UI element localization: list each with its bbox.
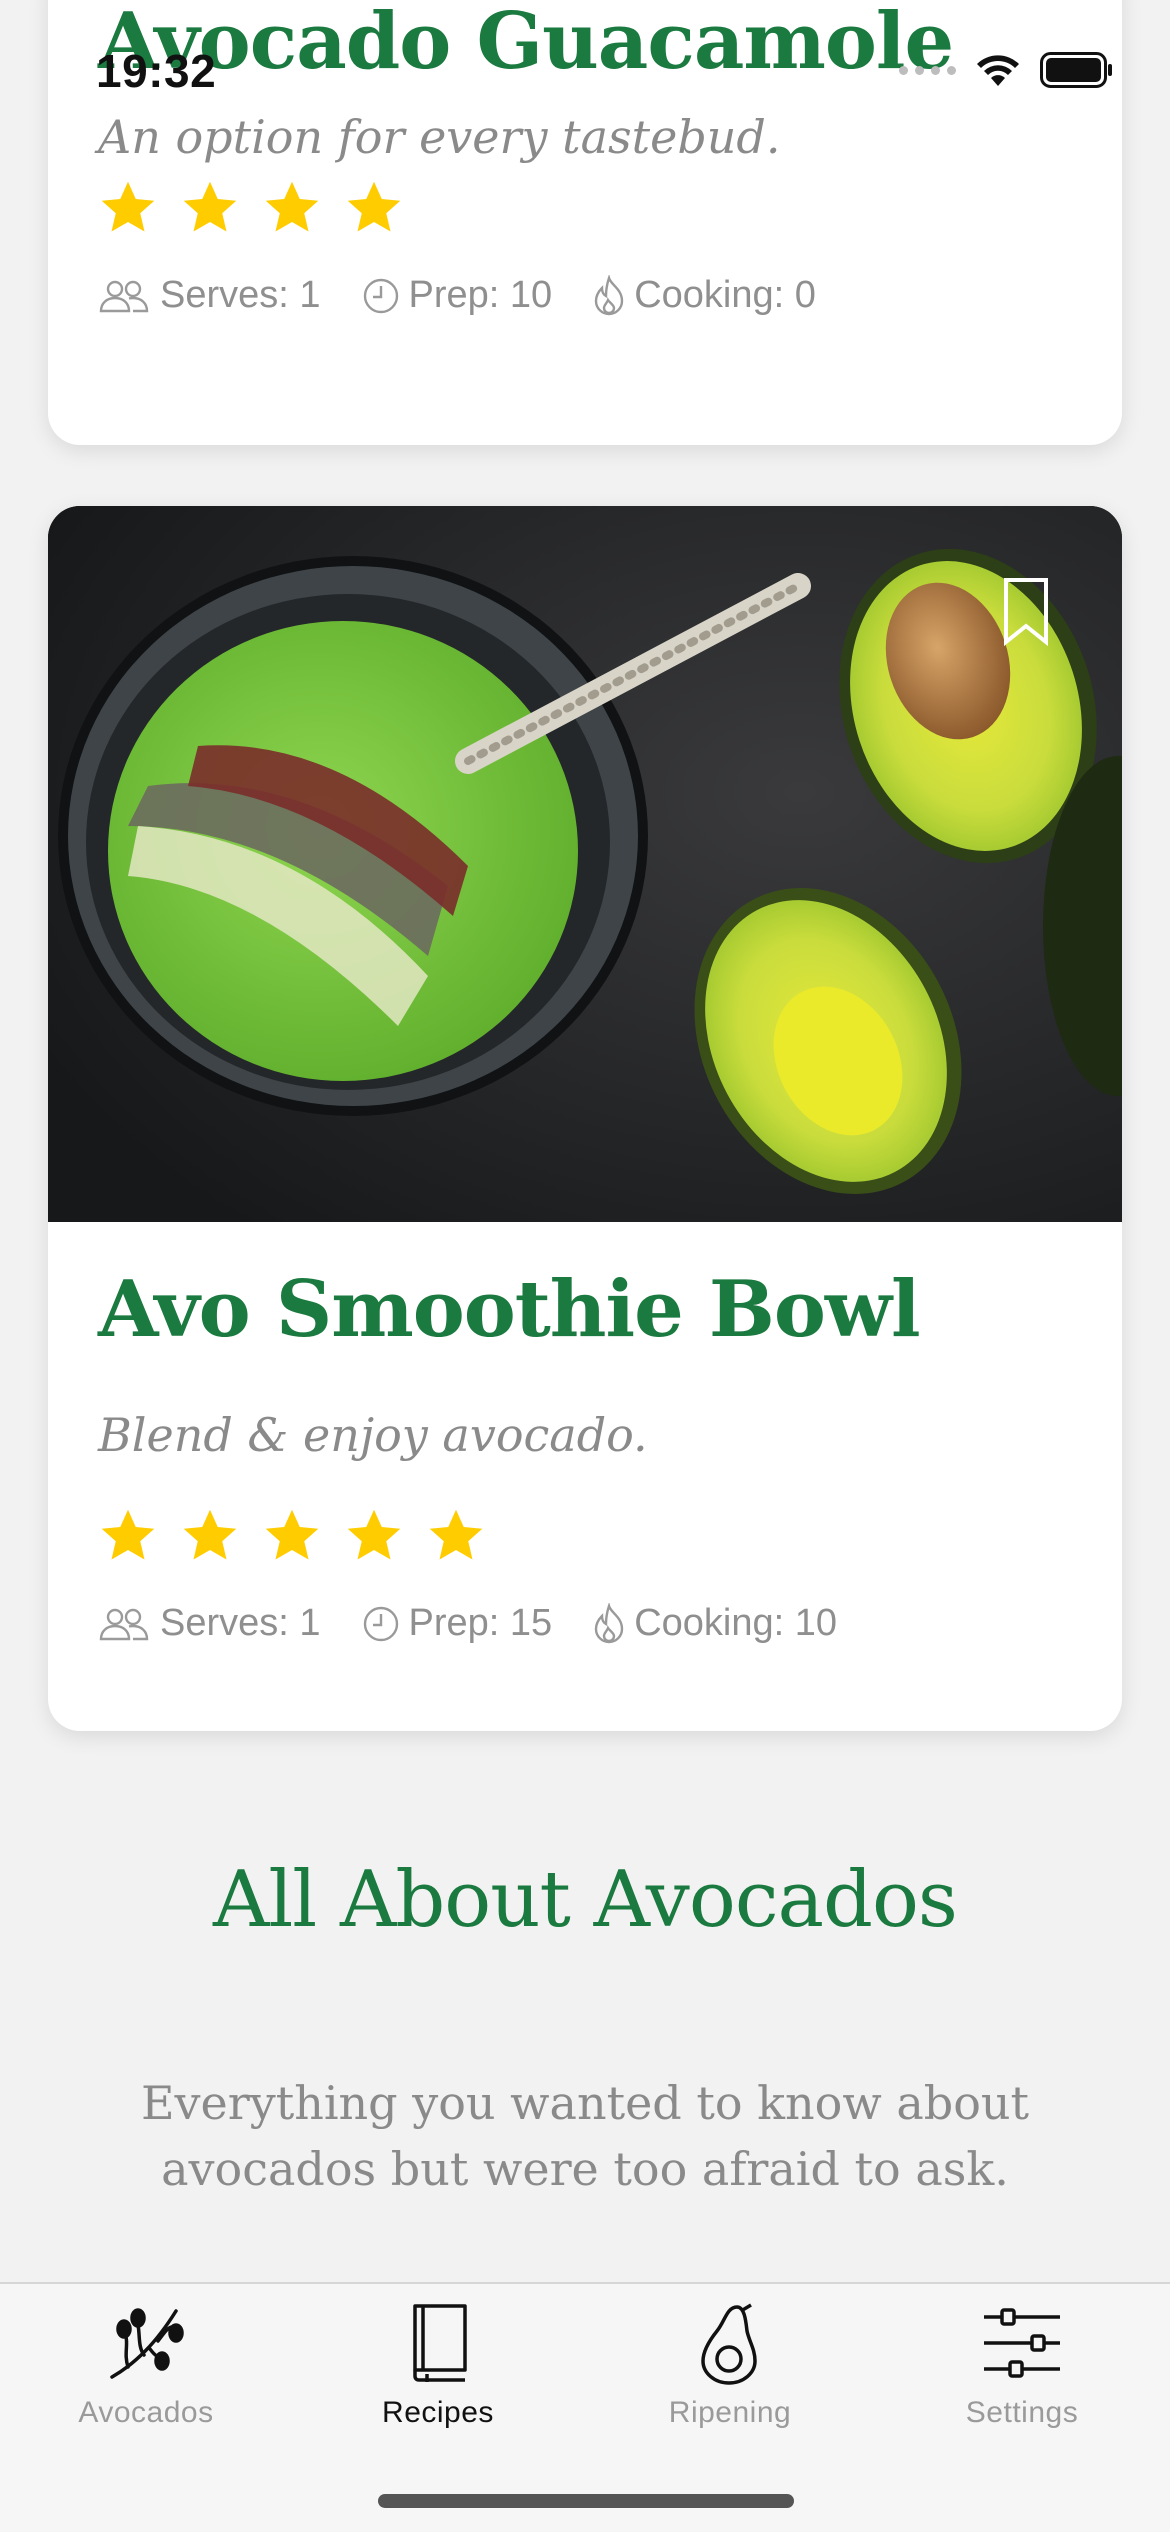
avocado-icon (697, 2298, 763, 2388)
cellular-signal-icon (899, 65, 956, 75)
recipe-meta: Serves: 1 Prep: 15 Cooking: 10 (98, 1602, 877, 1645)
serves-info: Serves: 1 (98, 274, 321, 317)
star-rating (98, 178, 404, 238)
recipe-card-smoothie-bowl[interactable]: Avo Smoothie Bowl Blend & enjoy avocado.… (48, 506, 1122, 1731)
flame-icon (594, 274, 624, 315)
bookmark-icon[interactable] (1002, 576, 1050, 648)
prep-info: Prep: 10 (361, 274, 553, 317)
star-icon (101, 1509, 155, 1560)
status-time: 19:32 (96, 45, 217, 97)
recipe-title: Avo Smoothie Bowl (98, 1264, 921, 1355)
prep-label: Prep: 15 (408, 1602, 553, 1644)
tab-avocados[interactable]: Avocados (0, 2284, 292, 2484)
tab-label: Avocados (78, 2396, 214, 2429)
serves-label: Serves: 1 (160, 1602, 321, 1644)
serves-label: Serves: 1 (160, 274, 321, 316)
prep-info: Prep: 15 (361, 1602, 553, 1645)
smoothie-bowl-photo (48, 506, 1122, 1222)
star-rating (98, 1506, 486, 1566)
star-icon (183, 181, 237, 232)
star-icon (429, 1509, 483, 1560)
cooking-info: Cooking: 10 (592, 1602, 837, 1645)
tab-recipes[interactable]: Recipes (292, 2284, 584, 2484)
home-indicator[interactable] (378, 2494, 794, 2508)
star-icon (347, 181, 401, 232)
status-bar: 19:32 (0, 0, 1170, 130)
recipe-image (48, 506, 1122, 1222)
star-icon (101, 181, 155, 232)
tab-ripening[interactable]: Ripening (584, 2284, 876, 2484)
star-icon (265, 181, 319, 232)
about-body: Everything you wanted to know about avoc… (140, 2076, 1030, 2196)
recipe-meta: Serves: 1 Prep: 10 Cooking: 0 (98, 274, 856, 317)
clock-icon (363, 1606, 398, 1641)
recipes-screen: Avocado Guacamole An option for every ta… (0, 0, 1170, 2532)
battery-icon (1040, 52, 1112, 88)
people-icon (99, 280, 149, 312)
book-icon (407, 2298, 469, 2388)
cooking-label: Cooking: 10 (634, 1602, 837, 1644)
prep-label: Prep: 10 (408, 274, 553, 316)
wifi-icon (977, 55, 1019, 86)
clock-icon (363, 278, 398, 313)
status-icons (899, 52, 1114, 88)
tab-label: Recipes (382, 2396, 494, 2429)
recipe-subtitle: Blend & enjoy avocado. (98, 1408, 648, 1462)
tab-settings[interactable]: Settings (876, 2284, 1168, 2484)
tab-label: Settings (965, 2396, 1079, 2429)
cooking-info: Cooking: 0 (592, 274, 816, 317)
serves-info: Serves: 1 (98, 1602, 321, 1645)
flame-icon (594, 1602, 624, 1643)
star-icon (183, 1509, 237, 1560)
people-icon (99, 1608, 149, 1640)
sliders-icon (980, 2298, 1064, 2388)
star-icon (347, 1509, 401, 1560)
star-icon (265, 1509, 319, 1560)
about-title: All About Avocados (213, 1855, 958, 1945)
cooking-label: Cooking: 0 (634, 274, 816, 316)
avocado-branch-icon (106, 2298, 186, 2388)
tab-label: Ripening (668, 2396, 792, 2429)
